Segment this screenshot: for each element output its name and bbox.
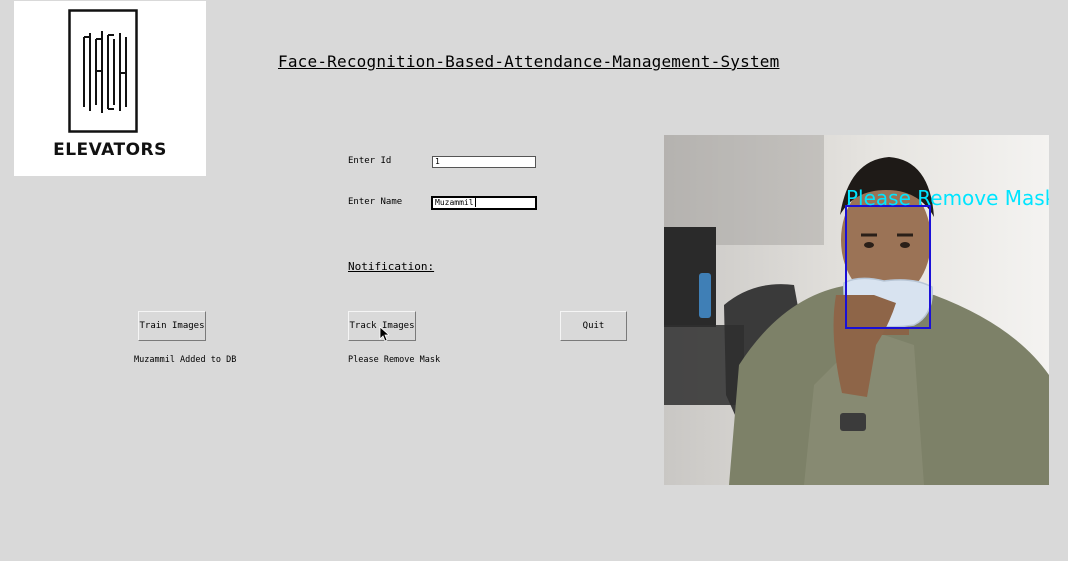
id-input[interactable]: 1 [432,156,536,168]
id-input-value: 1 [435,157,440,166]
track-status-message: Please Remove Mask [348,355,441,365]
logo-brand-text: ELEVATORS [53,140,167,160]
camera-feed: Please Remove Mask [664,135,1049,485]
mask-warning-overlay: Please Remove Mask [846,186,1049,210]
name-input[interactable]: Muzammil [431,196,537,210]
name-input-value: Muzammil [435,198,474,207]
quit-button[interactable]: Quit [560,311,627,341]
train-status-message: Muzammil Added to DB [134,355,237,365]
id-label: Enter Id [348,156,392,166]
train-images-button[interactable]: Train Images [138,311,206,341]
page-title: Face-Recognition-Based-Attendance-Manage… [278,52,780,71]
name-label: Enter Name [348,197,403,207]
elevator-logo-icon [68,9,138,133]
mouse-cursor-icon [379,326,389,342]
text-caret [474,198,476,207]
notification-label: Notification: [348,260,435,273]
